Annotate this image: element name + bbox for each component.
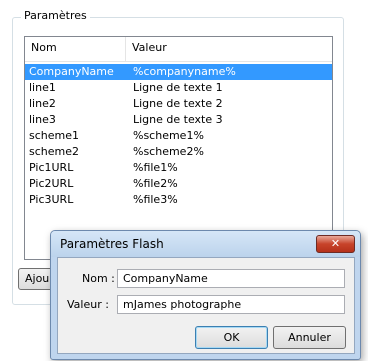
list-row[interactable]: line1 Ligne de texte 1 [25,80,332,96]
row-value: %scheme1% [133,129,204,142]
row-value: %companyname% [133,65,236,78]
parameters-group-title: Paramètres [21,9,90,23]
dialog-titlebar[interactable]: Paramètres Flash ✕ [51,231,360,257]
list-row[interactable]: scheme2 %scheme2% [25,144,332,160]
row-value: %file3% [133,193,178,206]
row-name: Pic2URL [29,177,74,190]
list-row[interactable]: line3 Ligne de texte 3 [25,112,332,128]
valeur-label: Valeur : [67,298,109,311]
list-header: Nom Valeur [25,37,332,62]
row-name: line1 [29,81,56,94]
list-row[interactable]: Pic1URL %file1% [25,160,332,176]
row-name: CompanyName [29,65,114,78]
column-header-valeur[interactable]: Valeur [126,37,332,61]
row-name: line2 [29,97,56,110]
list-row[interactable]: CompanyName %companyname% [25,64,332,80]
parameters-list[interactable]: Nom Valeur CompanyName %companyname% line1… [24,36,333,260]
row-name: scheme1 [29,129,79,142]
row-value: Ligne de texte 1 [133,81,223,94]
row-name: scheme2 [29,145,79,158]
row-name: Pic1URL [29,161,74,174]
list-row[interactable]: Pic2URL %file2% [25,176,332,192]
row-value: %file1% [133,161,178,174]
cancel-button[interactable]: Annuler [273,326,346,349]
list-row[interactable]: line2 Ligne de texte 2 [25,96,332,112]
row-value: %scheme2% [133,145,204,158]
close-icon: ✕ [330,237,341,250]
flash-parameters-dialog: Paramètres Flash ✕ Nom : CompanyName Val… [50,230,361,360]
column-header-nom[interactable]: Nom [25,37,126,61]
row-value: %file2% [133,177,178,190]
dialog-client-area: Nom : CompanyName Valeur : mJames photog… [57,257,355,354]
nom-label: Nom : [82,272,115,285]
row-value: Ligne de texte 2 [133,97,223,110]
row-value: Ligne de texte 3 [133,113,223,126]
valeur-field[interactable]: mJames photographe [117,295,345,314]
row-name: Pic3URL [29,193,74,206]
ok-button[interactable]: OK [195,326,268,349]
list-row[interactable]: Pic3URL %file3% [25,192,332,208]
nom-field[interactable]: CompanyName [117,269,345,288]
list-row[interactable]: scheme1 %scheme1% [25,128,332,144]
row-name: line3 [29,113,56,126]
close-button[interactable]: ✕ [316,235,355,253]
dialog-title: Paramètres Flash [60,237,164,251]
